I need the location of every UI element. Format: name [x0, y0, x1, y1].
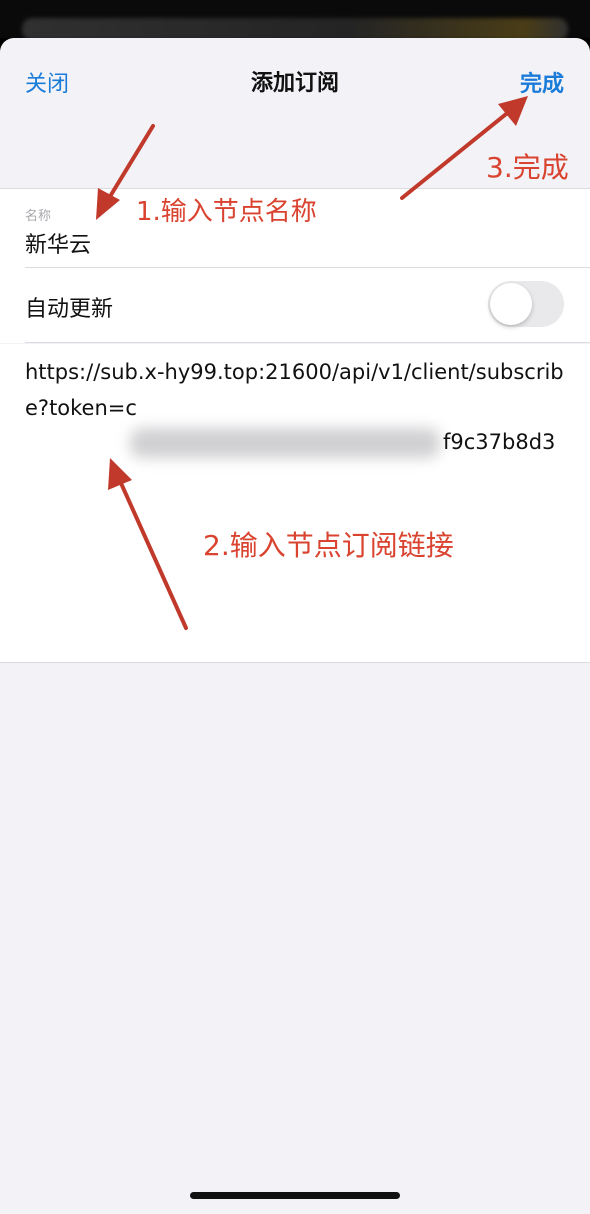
- done-button[interactable]: 完成: [520, 66, 564, 98]
- token-tail-text: f9c37b8d3: [443, 430, 556, 454]
- divider: [25, 267, 590, 268]
- home-indicator[interactable]: [190, 1192, 400, 1199]
- status-bar: [0, 0, 590, 40]
- screen: 关闭 添加订阅 完成 名称 新华云 自动更新 https://sub.x-hy9…: [0, 0, 590, 1214]
- toggle-knob: [490, 283, 532, 325]
- subscription-url-field[interactable]: https://sub.x-hy99.top:21600/api/v1/clie…: [25, 354, 570, 426]
- blurred-background: [22, 18, 568, 40]
- name-field-label: 名称: [25, 209, 52, 224]
- auto-update-label: 自动更新: [25, 297, 114, 322]
- name-field[interactable]: 新华云: [25, 227, 545, 259]
- auto-update-row: 自动更新: [0, 267, 590, 343]
- auto-update-toggle[interactable]: [488, 281, 564, 327]
- annotation-step-2: 2.输入节点订阅链接: [203, 529, 454, 562]
- add-subscription-sheet: 关闭 添加订阅 完成 名称 新华云 自动更新 https://sub.x-hy9…: [0, 38, 590, 1214]
- divider: [25, 342, 590, 343]
- subscription-url-row: https://sub.x-hy99.top:21600/api/v1/clie…: [0, 344, 590, 663]
- redacted-token-blur: [130, 428, 440, 458]
- page-title: 添加订阅: [250, 71, 339, 96]
- navbar: 关闭 添加订阅 完成: [0, 38, 590, 126]
- annotation-step-3: 3.完成: [486, 151, 569, 184]
- annotation-step-1: 1.输入节点名称: [136, 197, 317, 227]
